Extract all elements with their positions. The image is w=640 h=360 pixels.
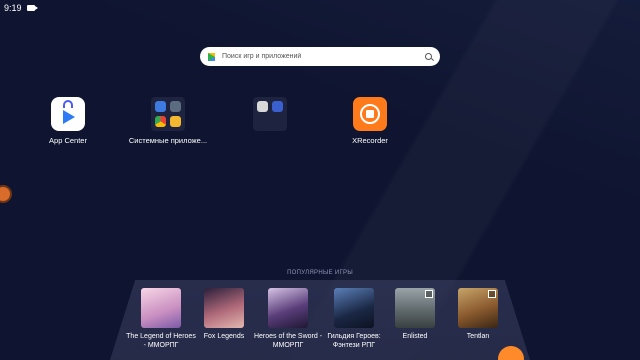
game-thumbnail — [334, 288, 374, 328]
game-tile[interactable]: Enlisted — [379, 288, 451, 341]
game-tile[interactable]: Fox Legends — [188, 288, 260, 341]
game-label: Enlisted — [402, 333, 428, 340]
game-tile[interactable]: The Legend of Heroes - ММОРПГ — [125, 288, 197, 350]
chrome-app-icon — [155, 115, 166, 127]
game-thumbnail — [458, 288, 498, 328]
app-center-icon — [51, 97, 85, 131]
game-label: The Legend of Heroes - ММОРПГ — [126, 333, 196, 349]
game-label: Fox Legends — [203, 333, 245, 340]
screen-record-icon — [26, 5, 38, 11]
folder-icon — [151, 97, 185, 131]
app-label: Системные приложе... — [128, 136, 208, 145]
app-app-center[interactable]: App Center — [18, 97, 118, 145]
search-bar[interactable] — [200, 47, 440, 66]
status-bar: 9:19 — [0, 0, 640, 16]
game-label: Tentlan — [466, 333, 490, 340]
app-label: XRecorder — [352, 136, 388, 145]
external-link-icon — [488, 290, 496, 298]
files-app-icon — [169, 115, 181, 127]
app-games-folder[interactable] — [220, 97, 320, 136]
game-tile[interactable]: Tentlan — [442, 288, 514, 341]
game-thumbnail — [141, 288, 181, 328]
game-tile[interactable]: Heroes of the Sword - ММОРПГ — [252, 288, 324, 350]
game-app-icon — [271, 101, 283, 112]
search-input[interactable] — [222, 53, 425, 60]
app-label: App Center — [49, 136, 87, 145]
play-store-icon — [208, 52, 215, 61]
settings-app-icon — [169, 101, 181, 112]
game-thumbnail — [395, 288, 435, 328]
camera-app-icon — [155, 101, 166, 112]
search-icon[interactable] — [425, 53, 432, 60]
external-link-icon — [425, 290, 433, 298]
game-thumbnail — [268, 288, 308, 328]
game-label: Heroes of the Sword - ММОРПГ — [253, 333, 323, 349]
app-xrecorder[interactable]: XRecorder — [320, 97, 420, 145]
game-app-icon — [257, 101, 268, 112]
popular-games-title: ПОПУЛЯРНЫЕ ИГРЫ — [287, 270, 353, 276]
game-thumbnail — [204, 288, 244, 328]
status-time: 9:19 — [4, 3, 22, 13]
xrecorder-icon — [353, 97, 387, 131]
app-system-apps-folder[interactable]: Системные приложе... — [118, 97, 218, 145]
folder-icon — [253, 97, 287, 131]
